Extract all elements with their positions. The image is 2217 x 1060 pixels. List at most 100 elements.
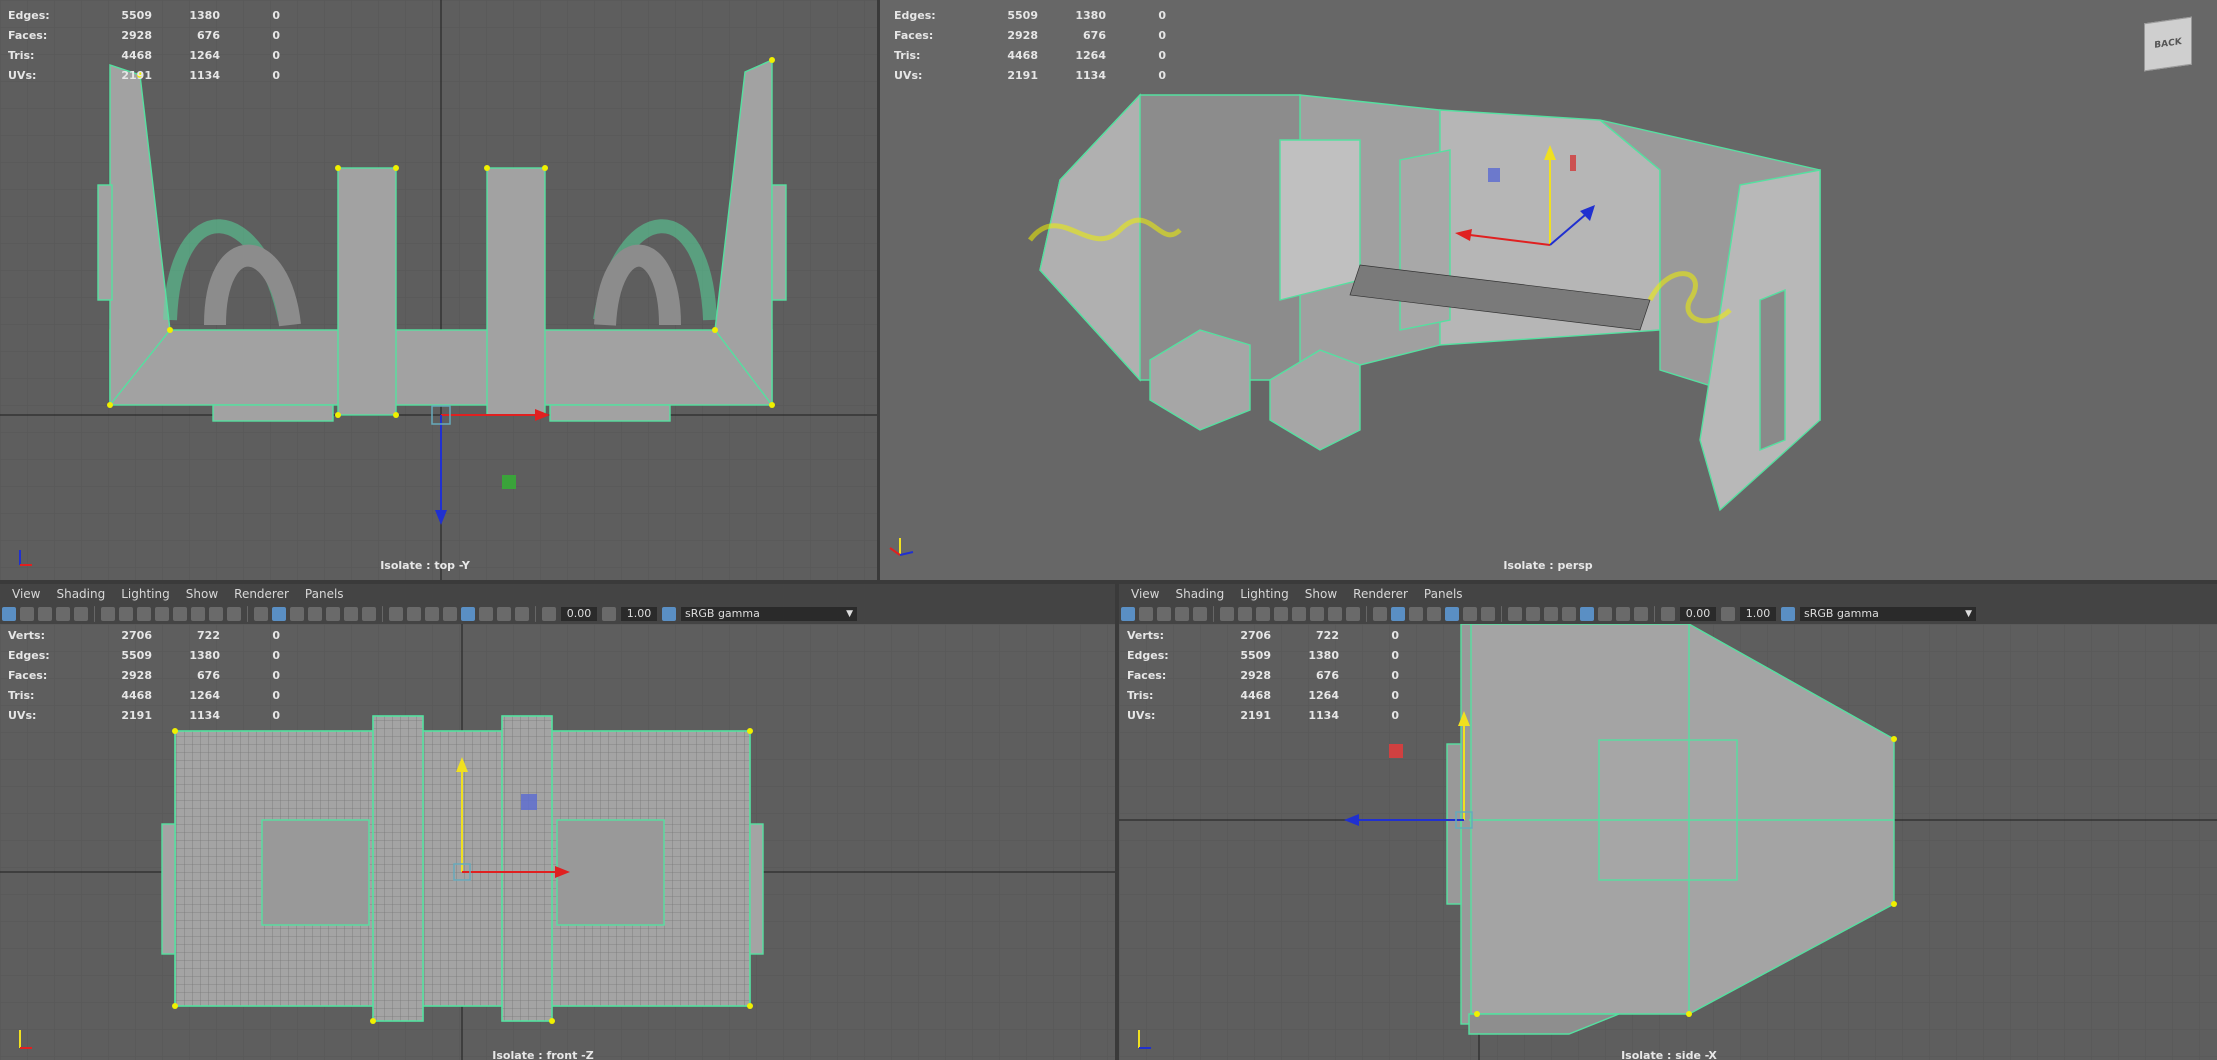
grid-icon[interactable] xyxy=(119,607,133,621)
select-camera-icon[interactable] xyxy=(1121,607,1135,621)
color-management-icon[interactable] xyxy=(662,607,676,621)
gamma-icon[interactable] xyxy=(602,607,616,621)
grid-icon[interactable] xyxy=(1238,607,1252,621)
poly-count-hud: Edges: 5509 1380 0 Faces: 2928 676 0 Tris: 4468… xyxy=(8,6,280,86)
anti-aliasing-icon[interactable] xyxy=(425,607,439,621)
menu-panels[interactable]: Panels xyxy=(305,587,344,601)
film-gate-icon[interactable] xyxy=(137,607,151,621)
color-management-icon[interactable] xyxy=(1781,607,1795,621)
camera-attributes-icon[interactable] xyxy=(20,607,34,621)
image-plane-icon[interactable] xyxy=(56,607,70,621)
exposure-icon[interactable] xyxy=(542,607,556,621)
field-chart-icon[interactable] xyxy=(191,607,205,621)
menu-view[interactable]: View xyxy=(12,587,40,601)
textured-icon[interactable] xyxy=(308,607,322,621)
viewport-divider-vertical-top[interactable] xyxy=(877,0,880,580)
depth-of-field-icon[interactable] xyxy=(1562,607,1576,621)
viewport-side[interactable]: Verts: 2706 722 0 Edges: 5509 1380 0 Faces: 292… xyxy=(1119,624,2217,1060)
safe-title-icon[interactable] xyxy=(227,607,241,621)
viewport-label-top: Isolate : top -Y xyxy=(380,559,470,572)
bookmark-icon[interactable] xyxy=(38,607,52,621)
grease-pencil-icon[interactable] xyxy=(1220,607,1234,621)
smooth-shade-icon[interactable] xyxy=(1391,607,1405,621)
view-transform-select[interactable]: sRGB gamma ▼ xyxy=(681,607,857,621)
menu-renderer-side[interactable]: Renderer xyxy=(1353,587,1408,601)
2d-pan-icon[interactable] xyxy=(1193,607,1207,621)
viewport-top[interactable]: Edges: 5509 1380 0 Faces: 2928 676 0 Tris: 4468… xyxy=(0,0,877,580)
depth-of-field-icon[interactable] xyxy=(443,607,457,621)
gate-mask-icon[interactable] xyxy=(1292,607,1306,621)
exposure-icon[interactable] xyxy=(1661,607,1675,621)
shadows-icon[interactable] xyxy=(1481,607,1495,621)
viewport-top-canvas xyxy=(0,0,877,580)
safe-action-icon[interactable] xyxy=(209,607,223,621)
view-transform-select-side[interactable]: sRGB gamma ▼ xyxy=(1800,607,1976,621)
view-cube-face-label: BACK xyxy=(2154,37,2182,51)
wireframe-on-shaded-icon[interactable] xyxy=(1445,607,1459,621)
film-gate-icon[interactable] xyxy=(1256,607,1270,621)
anti-aliasing-icon[interactable] xyxy=(1544,607,1558,621)
viewport-front[interactable]: Verts: 2706 722 0 Edges: 5509 1380 0 Faces: 292… xyxy=(0,624,1115,1060)
gamma-field-side[interactable]: 1.00 xyxy=(1740,607,1776,621)
bookmark-icon[interactable] xyxy=(1157,607,1171,621)
xray-joints-icon[interactable] xyxy=(1616,607,1630,621)
shadows-icon[interactable] xyxy=(362,607,376,621)
xray-joints-icon[interactable] xyxy=(497,607,511,621)
ambient-occlusion-icon[interactable] xyxy=(1508,607,1522,621)
motion-blur-icon[interactable] xyxy=(407,607,421,621)
resolution-gate-icon[interactable] xyxy=(1274,607,1288,621)
viewport-label-persp: Isolate : persp xyxy=(1503,559,1593,572)
camera-attributes-icon[interactable] xyxy=(1139,607,1153,621)
wireframe-icon[interactable] xyxy=(1373,607,1387,621)
backface-culling-icon[interactable] xyxy=(515,607,529,621)
smooth-shade-icon[interactable] xyxy=(272,607,286,621)
menu-show[interactable]: Show xyxy=(186,587,218,601)
isolate-select-icon[interactable] xyxy=(1580,607,1594,621)
2d-pan-icon[interactable] xyxy=(74,607,88,621)
wireframe-on-shaded-icon[interactable] xyxy=(326,607,340,621)
default-material-icon[interactable] xyxy=(290,607,304,621)
menu-shading-side[interactable]: Shading xyxy=(1175,587,1224,601)
default-material-icon[interactable] xyxy=(1409,607,1423,621)
viewport-persp[interactable]: Edges: 5509 1380 0 Faces: 2928 676 0 Tris: 4468… xyxy=(880,0,2217,580)
chevron-down-icon: ▼ xyxy=(846,609,853,619)
chevron-down-icon: ▼ xyxy=(1965,609,1972,619)
menu-shading[interactable]: Shading xyxy=(56,587,105,601)
isolate-select-icon[interactable] xyxy=(461,607,475,621)
textured-icon[interactable] xyxy=(1427,607,1441,621)
backface-culling-icon[interactable] xyxy=(1634,607,1648,621)
menu-view-side[interactable]: View xyxy=(1131,587,1159,601)
toolbar-side: 0.00 1.00 sRGB gamma ▼ xyxy=(1119,604,2217,624)
resolution-gate-icon[interactable] xyxy=(155,607,169,621)
menu-show-side[interactable]: Show xyxy=(1305,587,1337,601)
select-camera-icon[interactable] xyxy=(2,607,16,621)
menu-panels-side[interactable]: Panels xyxy=(1424,587,1463,601)
safe-title-icon[interactable] xyxy=(1346,607,1360,621)
view-cube[interactable]: BACK xyxy=(2144,16,2192,72)
menu-renderer[interactable]: Renderer xyxy=(234,587,289,601)
field-chart-icon[interactable] xyxy=(1310,607,1324,621)
xray-icon[interactable] xyxy=(479,607,493,621)
motion-blur-icon[interactable] xyxy=(1526,607,1540,621)
gamma-icon[interactable] xyxy=(1721,607,1735,621)
lights-icon[interactable] xyxy=(344,607,358,621)
exposure-field[interactable]: 0.00 xyxy=(561,607,597,621)
image-plane-icon[interactable] xyxy=(1175,607,1189,621)
safe-action-icon[interactable] xyxy=(1328,607,1342,621)
menu-lighting[interactable]: Lighting xyxy=(121,587,170,601)
gamma-field[interactable]: 1.00 xyxy=(621,607,657,621)
lights-icon[interactable] xyxy=(1463,607,1477,621)
viewport-label-front: Isolate : front -Z xyxy=(492,1049,594,1060)
wireframe-icon[interactable] xyxy=(254,607,268,621)
xray-icon[interactable] xyxy=(1598,607,1612,621)
stat-row-tris: Tris: 4468 1264 0 xyxy=(8,49,280,62)
menu-lighting-side[interactable]: Lighting xyxy=(1240,587,1289,601)
exposure-field-side[interactable]: 0.00 xyxy=(1680,607,1716,621)
poly-count-hud-front: Verts: 2706 722 0 Edges: 5509 1380 0 Faces: 292… xyxy=(8,629,280,722)
ambient-occlusion-icon[interactable] xyxy=(389,607,403,621)
gate-mask-icon[interactable] xyxy=(173,607,187,621)
toolbar-front: 0.00 1.00 sRGB gamma ▼ xyxy=(0,604,1115,624)
grease-pencil-icon[interactable] xyxy=(101,607,115,621)
menubar-side: View Shading Lighting Show Renderer Pane… xyxy=(1119,584,2217,604)
menubar-front: View Shading Lighting Show Renderer Pane… xyxy=(0,584,1115,604)
